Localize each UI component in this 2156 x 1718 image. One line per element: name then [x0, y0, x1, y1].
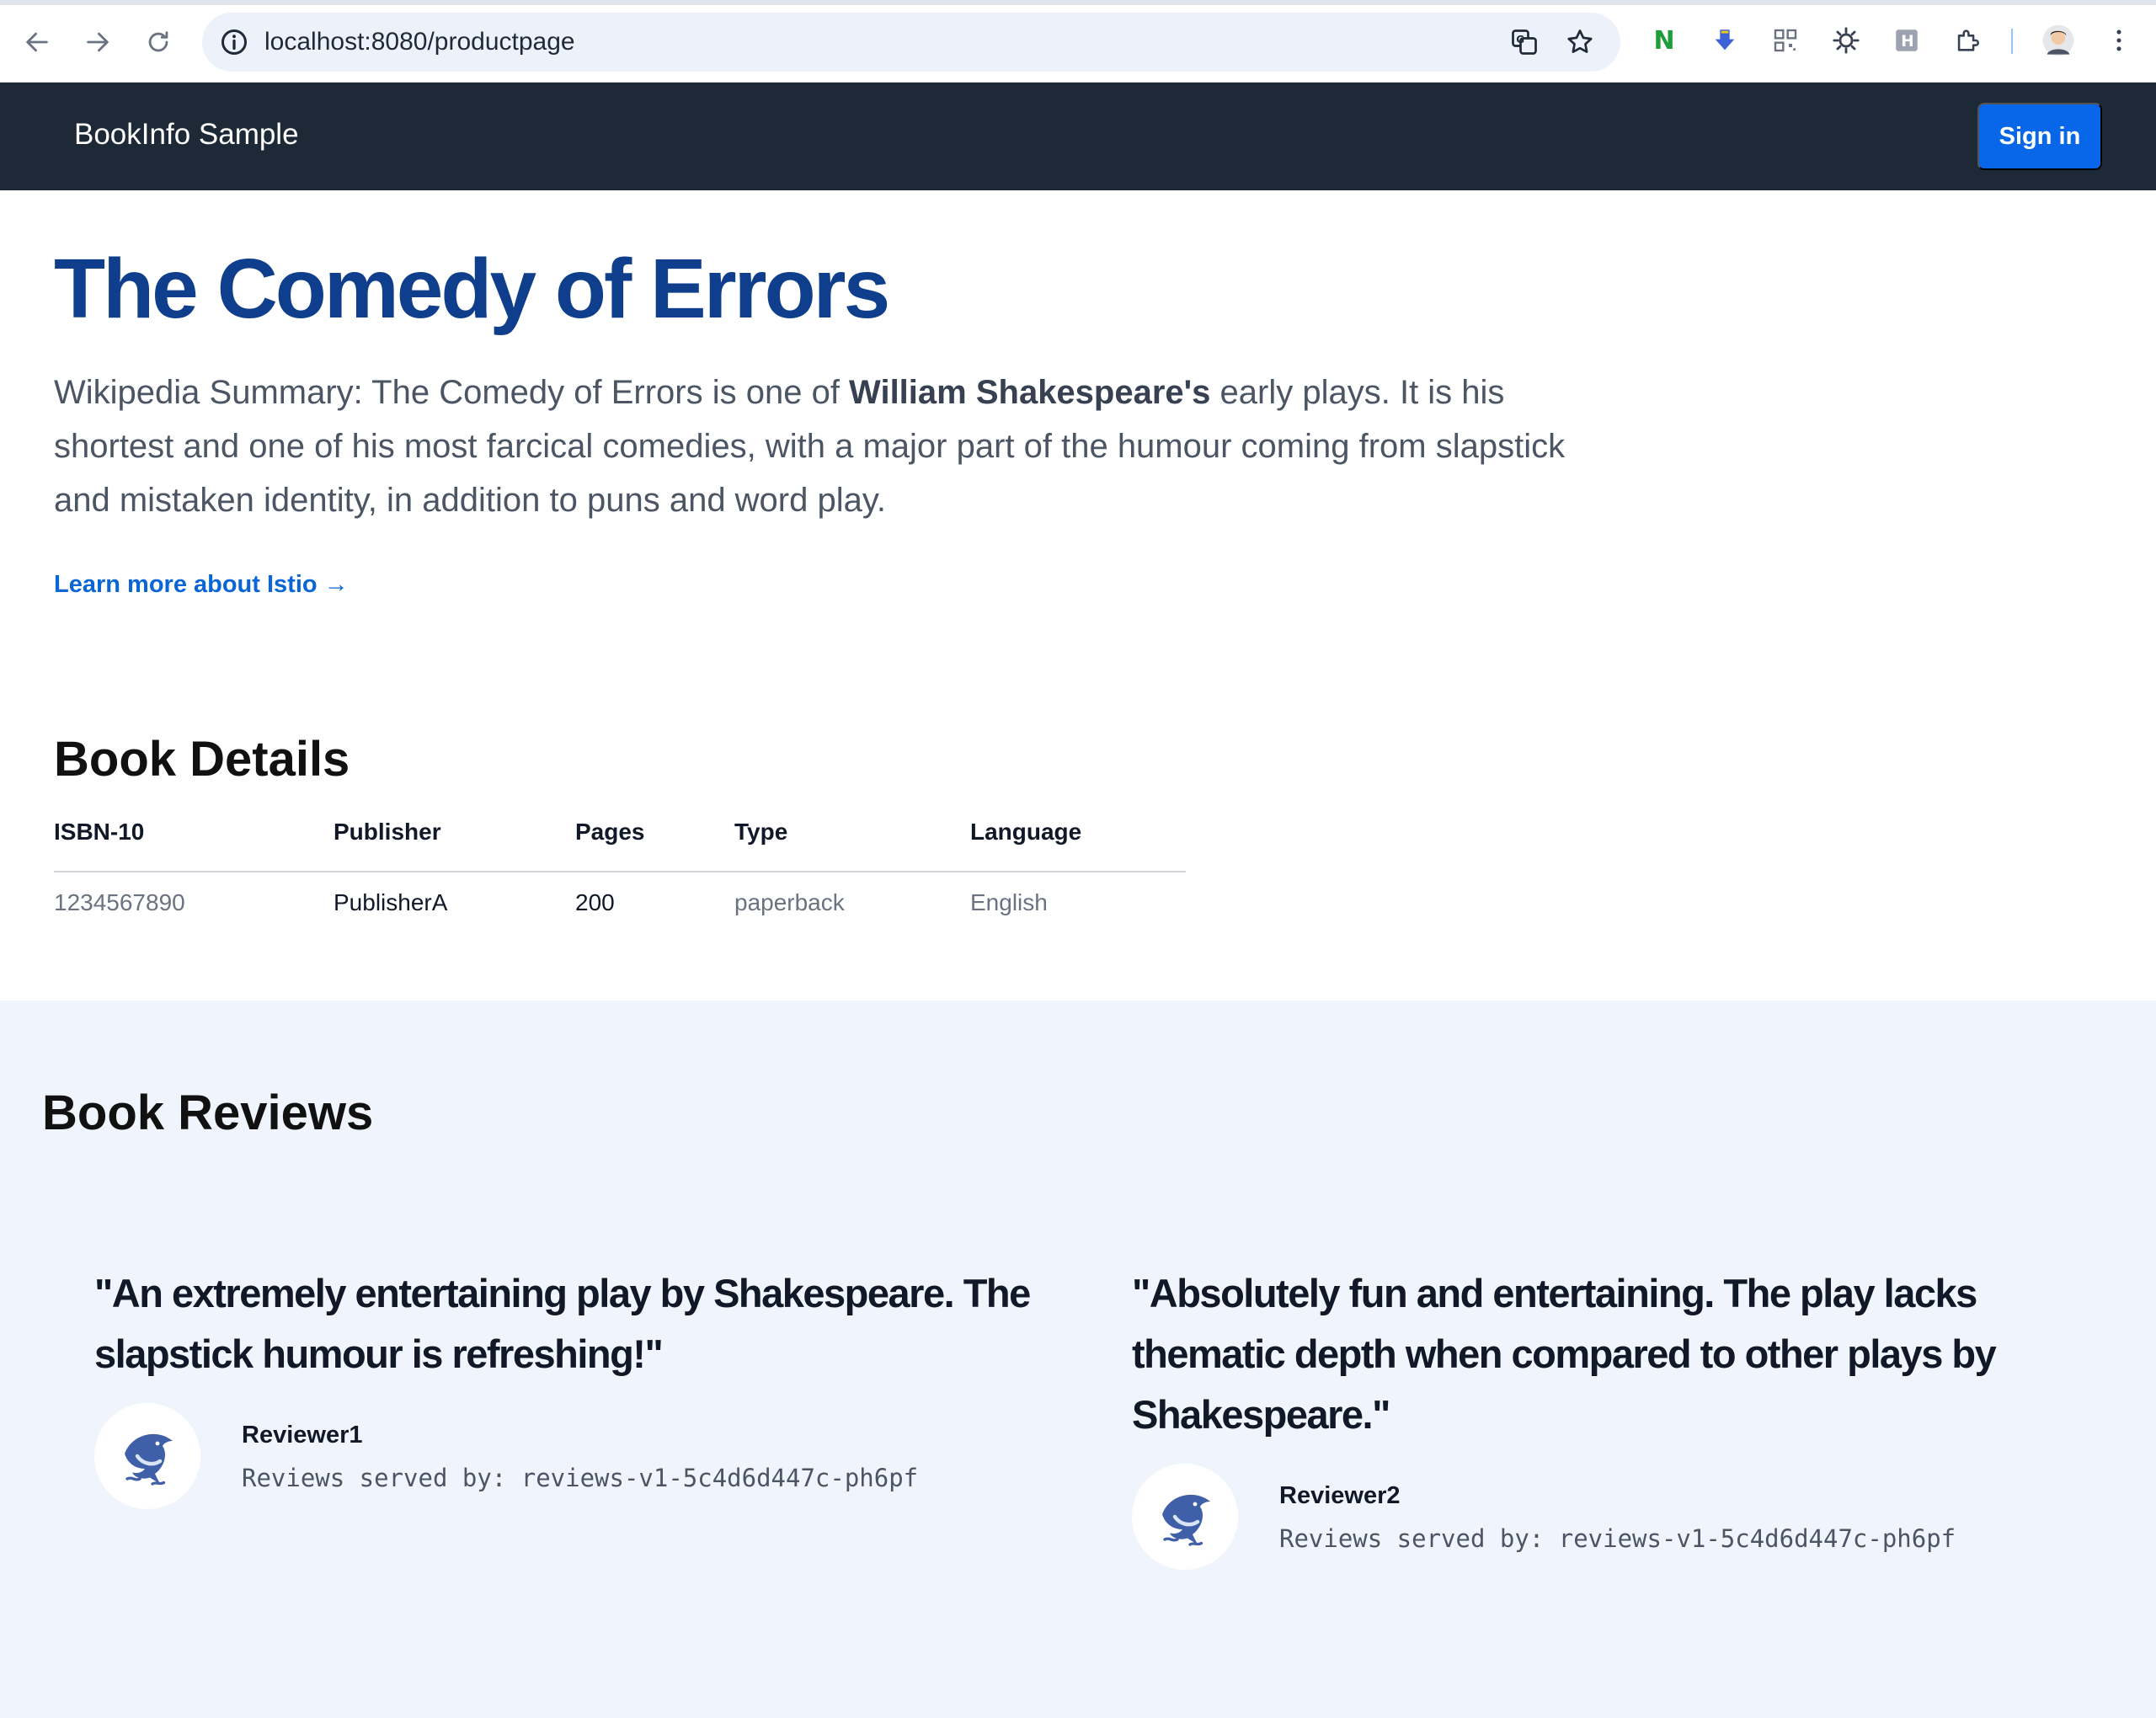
cell-pages: 200 [575, 889, 615, 915]
cell-type: paperback [734, 889, 845, 915]
served-by-text: Reviews served by: reviews-v1-5c4d6d447c… [1279, 1524, 1956, 1553]
product-summary: Wikipedia Summary: The Comedy of Errors … [54, 365, 1570, 527]
book-details-title: Book Details [54, 732, 350, 787]
summary-author: William Shakespeare's [849, 374, 1211, 411]
svg-text:G: G [1516, 34, 1524, 45]
col-header-pages: Pages [575, 819, 645, 845]
summary-prefix: Wikipedia Summary: The Comedy of Errors … [54, 374, 850, 411]
brand-title[interactable]: BookInfo Sample [74, 118, 299, 152]
extension-download-icon[interactable] [1708, 24, 1742, 57]
more-menu-icon[interactable] [2102, 24, 2136, 57]
reviewer-name: Reviewer1 [242, 1422, 363, 1449]
back-icon[interactable] [15, 20, 59, 64]
browser-toolbar: localhost:8080/productpage G N H [0, 0, 2156, 83]
book-reviews-title: Book Reviews [42, 1086, 374, 1140]
extension-sun-icon[interactable] [1829, 24, 1863, 57]
extension-h-icon[interactable]: H [1890, 24, 1924, 57]
review-text: "Absolutely fun and entertaining. The pl… [1132, 1271, 1997, 1437]
address-bar[interactable]: localhost:8080/productpage G [202, 13, 1620, 72]
review-card: "Absolutely fun and entertaining. The pl… [1132, 1263, 2100, 1600]
col-header-isbn: ISBN-10 [54, 819, 145, 845]
svg-text:H: H [1901, 33, 1913, 51]
extensions-puzzle-icon[interactable] [1951, 24, 1984, 57]
tab-strip [0, 0, 2156, 5]
dolphin-icon [125, 1433, 173, 1486]
url-text[interactable]: localhost:8080/productpage [264, 28, 575, 56]
sign-in-button[interactable]: Sign in [1977, 103, 2102, 170]
toolbar-divider [2011, 29, 2013, 54]
col-header-publisher: Publisher [334, 819, 441, 845]
extension-qr-icon[interactable] [1769, 24, 1802, 57]
site-info-icon[interactable] [219, 27, 249, 57]
cell-language: English [970, 889, 1048, 915]
col-header-language: Language [970, 819, 1082, 845]
reviewer-avatar [94, 1403, 200, 1509]
profile-avatar[interactable] [2041, 24, 2075, 57]
review-card: "An extremely entertaining play by Shake… [94, 1263, 1063, 1533]
reload-icon[interactable] [136, 20, 180, 64]
col-header-type: Type [734, 819, 788, 845]
review-text: "An extremely entertaining play by Shake… [94, 1271, 1031, 1376]
page-title: The Comedy of Errors [54, 242, 890, 336]
extension-n-icon[interactable]: N [1647, 24, 1681, 57]
dolphin-icon [1162, 1494, 1210, 1546]
served-by-text: Reviews served by: reviews-v1-5c4d6d447c… [242, 1464, 919, 1492]
book-reviews-section: Book Reviews "An extremely entertaining … [0, 1000, 2156, 1718]
learn-more-link[interactable]: Learn more about Istio → [54, 571, 349, 599]
site-header: BookInfo Sample Sign in [0, 83, 2156, 190]
cell-publisher: PublisherA [334, 889, 448, 915]
cell-isbn: 1234567890 [54, 889, 185, 915]
table-divider [54, 871, 1186, 872]
bookmark-star-icon[interactable] [1563, 25, 1597, 59]
forward-icon[interactable] [76, 20, 120, 64]
translate-icon[interactable]: G [1508, 25, 1541, 59]
reviewer-name: Reviewer2 [1279, 1482, 1401, 1509]
reviewer-avatar [1132, 1464, 1238, 1570]
